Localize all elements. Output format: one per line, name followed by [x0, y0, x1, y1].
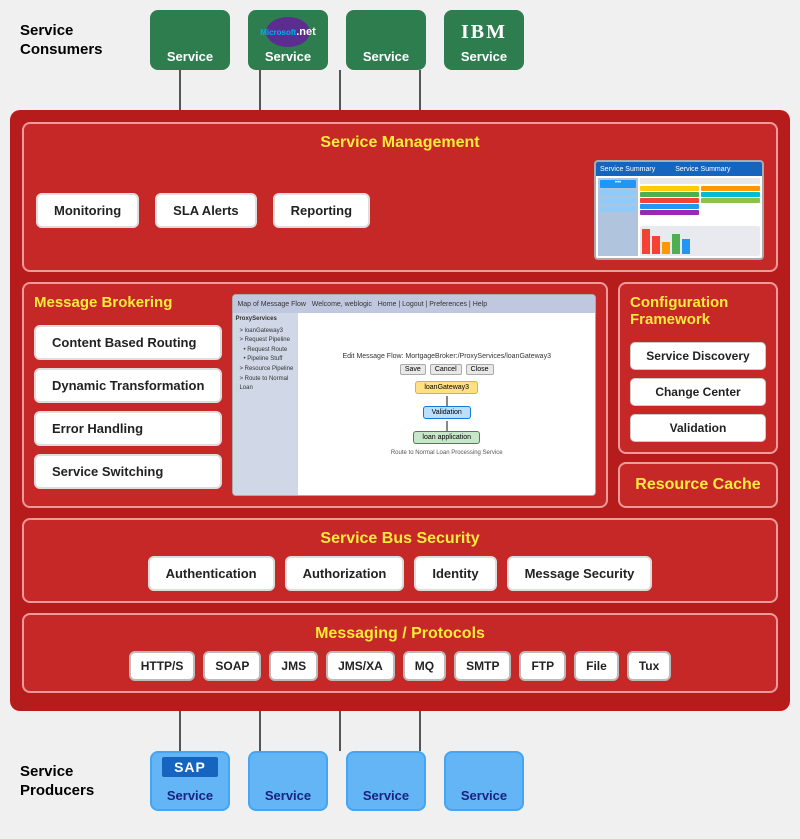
- conn-3: [300, 70, 380, 110]
- mb-screen-body: ProxyServices > loanGateway3 > Request P…: [233, 313, 595, 495]
- security-title: Service Bus Security: [320, 530, 479, 548]
- config-framework-title: Configuration Framework: [630, 294, 766, 328]
- service-management-section: Service Management Monitoring SLA Alerts…: [22, 122, 778, 272]
- conn-2: [220, 70, 300, 110]
- service-switching-button[interactable]: Service Switching: [34, 454, 222, 489]
- top-connectors: [10, 70, 790, 110]
- consumer-service-ibm: IBM Service: [444, 10, 524, 70]
- conn-4: [380, 70, 460, 110]
- service-mgmt-screenshot: Service Summary Service Summary •••: [594, 160, 764, 260]
- ftp-button[interactable]: FTP: [519, 651, 566, 681]
- consumers-label: ServiceConsumers: [20, 21, 140, 60]
- reporting-button[interactable]: Reporting: [273, 193, 370, 228]
- protocols-title: Messaging / Protocols: [315, 625, 485, 643]
- bottom-connectors: [10, 711, 790, 751]
- thumb-content: •••: [596, 176, 762, 258]
- thumb-sidebar: •••: [598, 178, 638, 256]
- jms-xa-button[interactable]: JMS/XA: [326, 651, 395, 681]
- file-button[interactable]: File: [574, 651, 619, 681]
- bconn-2: [220, 711, 300, 751]
- authentication-button[interactable]: Authentication: [148, 556, 275, 591]
- service-mgmt-content: Monitoring SLA Alerts Reporting Service …: [36, 160, 764, 260]
- consumers-services: Service Microsoft.net Service Service IB…: [150, 10, 524, 70]
- monitoring-button[interactable]: Monitoring: [36, 193, 139, 228]
- sla-alerts-button[interactable]: SLA Alerts: [155, 193, 257, 228]
- bconn-3: [300, 711, 380, 751]
- soap-button[interactable]: SOAP: [203, 651, 261, 681]
- mb-screen-left: ProxyServices > loanGateway3 > Request P…: [233, 313, 298, 495]
- resource-cache-section: Resource Cache: [618, 462, 778, 508]
- security-buttons: Authentication Authorization Identity Me…: [148, 556, 653, 591]
- ibm-icon: IBM: [459, 17, 509, 47]
- message-brokering-title: Message Brokering: [34, 294, 222, 311]
- bconn-1: [140, 711, 220, 751]
- mq-button[interactable]: MQ: [403, 651, 446, 681]
- consumers-row: ServiceConsumers Service Microsoft.net S…: [10, 10, 790, 70]
- main-architecture-box: Service Management Monitoring SLA Alerts…: [10, 110, 790, 711]
- change-center-button[interactable]: Change Center: [630, 378, 766, 406]
- page-wrapper: ServiceConsumers Service Microsoft.net S…: [10, 10, 790, 811]
- producer-service-3: Service: [346, 751, 426, 811]
- service-bus-security-section: Service Bus Security Authentication Auth…: [22, 518, 778, 603]
- middle-section: Message Brokering Content Based Routing …: [22, 282, 778, 508]
- message-security-button[interactable]: Message Security: [507, 556, 653, 591]
- http-button[interactable]: HTTP/S: [129, 651, 196, 681]
- producer-service-4: Service: [444, 751, 524, 811]
- thumb-titlebar: Service Summary Service Summary: [596, 162, 762, 176]
- protocol-buttons: HTTP/S SOAP JMS JMS/XA MQ SMTP FTP File …: [129, 651, 672, 681]
- mb-left: Message Brokering Content Based Routing …: [34, 294, 222, 496]
- tux-button[interactable]: Tux: [627, 651, 671, 681]
- service-discovery-button[interactable]: Service Discovery: [630, 342, 766, 370]
- error-handling-button[interactable]: Error Handling: [34, 411, 222, 446]
- smtp-button[interactable]: SMTP: [454, 651, 511, 681]
- mgmt-buttons: Monitoring SLA Alerts Reporting: [36, 193, 574, 228]
- dotnet-icon: Microsoft.net: [263, 17, 313, 47]
- consumer-service-dotnet: Microsoft.net Service: [248, 10, 328, 70]
- identity-button[interactable]: Identity: [414, 556, 496, 591]
- thumb-main: [640, 178, 760, 256]
- producers-services: SAP Service Service Service Service: [150, 751, 524, 811]
- validation-button[interactable]: Validation: [630, 414, 766, 442]
- messaging-protocols-section: Messaging / Protocols HTTP/S SOAP JMS JM…: [22, 613, 778, 693]
- configuration-framework-section: Configuration Framework Service Discover…: [618, 282, 778, 454]
- consumer-service-3: Service: [346, 10, 426, 70]
- producer-service-2: Service: [248, 751, 328, 811]
- producers-row: ServiceProducers SAP Service Service Ser…: [10, 751, 790, 811]
- conn-1: [140, 70, 220, 110]
- consumer-service-1: Service: [150, 10, 230, 70]
- content-based-routing-button[interactable]: Content Based Routing: [34, 325, 222, 360]
- service-management-title: Service Management: [320, 134, 479, 152]
- mb-screen-top: Map of Message Flow Welcome, weblogic Ho…: [233, 295, 595, 313]
- authorization-button[interactable]: Authorization: [285, 556, 405, 591]
- sap-logo: SAP: [162, 757, 218, 777]
- config-right: Configuration Framework Service Discover…: [618, 282, 778, 508]
- bconn-4: [380, 711, 460, 751]
- jms-button[interactable]: JMS: [269, 651, 318, 681]
- message-brokering-section: Message Brokering Content Based Routing …: [22, 282, 608, 508]
- mb-screenshot: Map of Message Flow Welcome, weblogic Ho…: [232, 294, 596, 496]
- producer-service-sap: SAP Service: [150, 751, 230, 811]
- producers-label: ServiceProducers: [20, 762, 140, 801]
- dynamic-transformation-button[interactable]: Dynamic Transformation: [34, 368, 222, 403]
- mb-screen-right: Edit Message Flow: MortgageBroker:/Proxy…: [298, 313, 595, 495]
